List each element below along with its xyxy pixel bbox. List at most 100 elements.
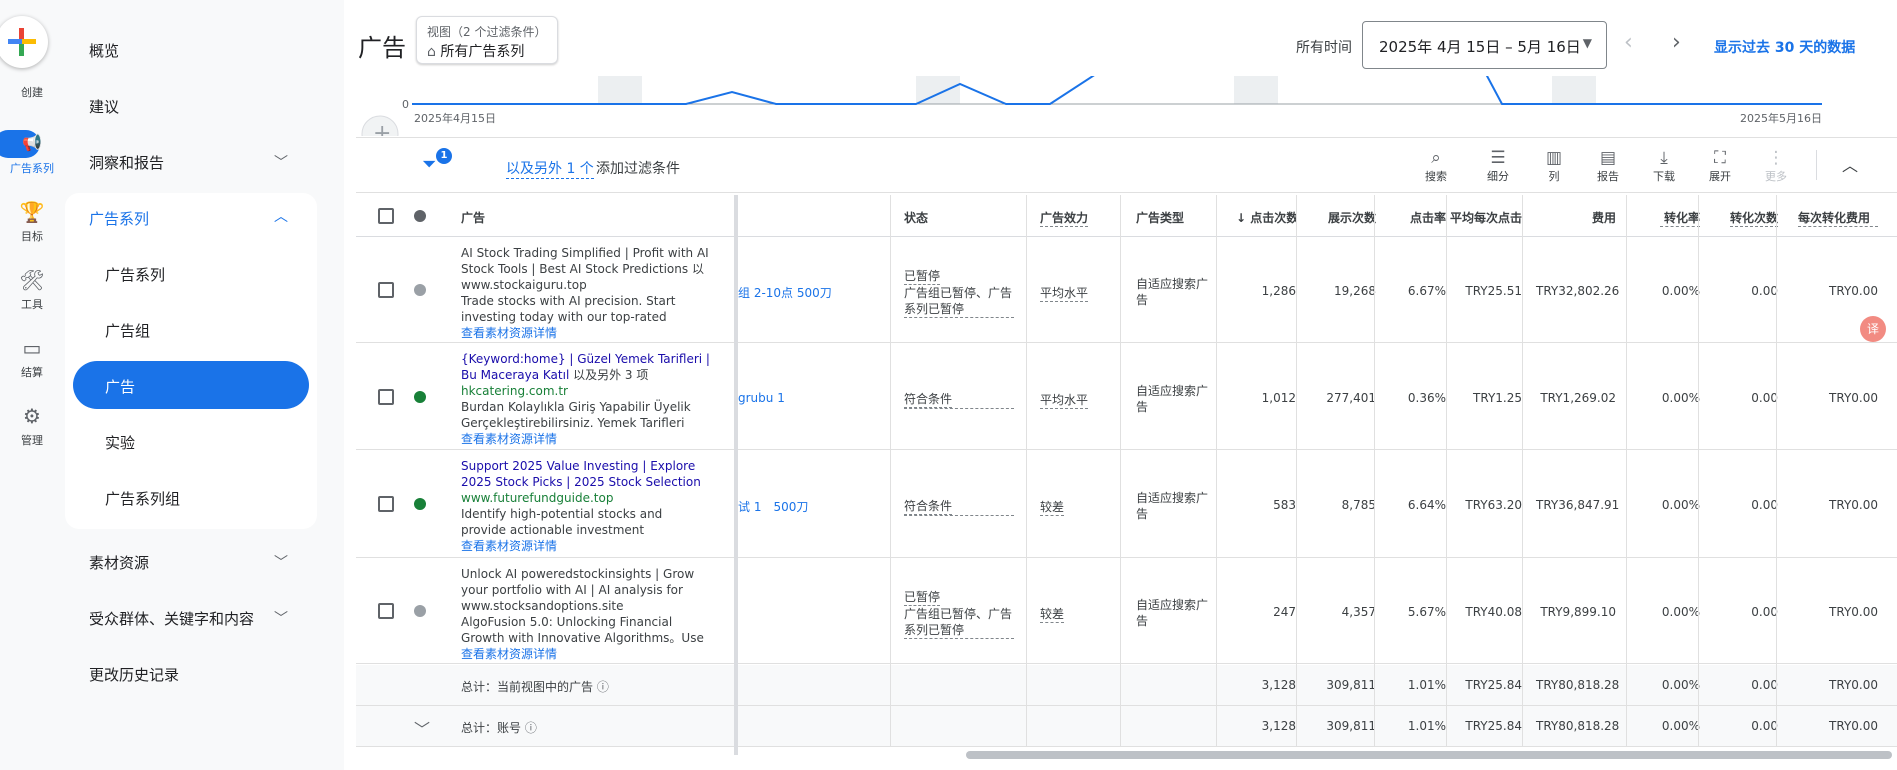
prev-period-icon[interactable]: ‹ bbox=[1624, 30, 1633, 55]
reports-button[interactable]: ▤ 报告 bbox=[1588, 148, 1628, 184]
rail-goals[interactable]: 🏆 目标 bbox=[0, 200, 64, 244]
nav-audiences[interactable]: 受众群体、关键字和内容 bbox=[89, 608, 254, 629]
search-button[interactable]: ⌕ 搜索 bbox=[1416, 148, 1456, 184]
help-icon[interactable]: ⓘ bbox=[525, 721, 537, 735]
nav-panel: 概览 建议 洞察和报告 ﹀ 广告系列 ︿ 广告系列 广告组 广告 实验 广告系列… bbox=[64, 0, 344, 770]
view-asset-details-link[interactable]: 查看素材资源详情 bbox=[461, 431, 711, 447]
nav-campaigns[interactable]: 广告系列 bbox=[105, 264, 165, 285]
nav-experiments[interactable]: 实验 bbox=[105, 432, 135, 453]
row-checkbox[interactable] bbox=[378, 389, 394, 405]
ad-strength[interactable]: 平均水平 bbox=[1040, 284, 1089, 302]
col-avg-cpc[interactable]: 平均每次点击 bbox=[1450, 209, 1522, 226]
nav-overview[interactable]: 概览 bbox=[89, 40, 119, 61]
cell-impr: 277,401 bbox=[1326, 391, 1376, 405]
col-cost-per-conv[interactable]: 每次转化费用 bbox=[1798, 209, 1878, 227]
nav-insights[interactable]: 洞察和报告 bbox=[89, 152, 164, 173]
columns-button[interactable]: ▥ 列 bbox=[1534, 148, 1574, 184]
rail-admin[interactable]: ⚙ 管理 bbox=[0, 404, 64, 448]
cell-cost: TRY80,818.28 bbox=[1536, 719, 1620, 733]
next-period-icon[interactable]: › bbox=[1672, 30, 1681, 55]
rail-campaigns[interactable]: 📢 广告系列 bbox=[0, 134, 64, 176]
col-conversions[interactable]: 转化次数 bbox=[1730, 209, 1778, 227]
filter-more-link[interactable]: 以及另外 1 个 bbox=[506, 158, 594, 179]
ad-preview[interactable]: {Keyword:home} | Güzel Yemek Tarifleri |… bbox=[461, 351, 711, 447]
view-selector[interactable]: 视图（2 个过滤条件） ⌂ 所有广告系列 bbox=[416, 16, 558, 64]
column-divider bbox=[1216, 195, 1217, 747]
translate-icon[interactable]: 译 bbox=[1860, 316, 1886, 342]
ad-strength[interactable]: 较差 bbox=[1040, 498, 1065, 516]
collapse-icon[interactable]: ︿ bbox=[1842, 152, 1858, 176]
add-filter-button[interactable]: 添加过滤条件 bbox=[596, 158, 680, 178]
all-time-label: 所有时间 bbox=[1296, 40, 1352, 56]
rail-campaigns-label: 广告系列 bbox=[10, 162, 54, 175]
rail-billing[interactable]: ▭ 结算 bbox=[0, 336, 64, 380]
more-vert-icon: ⋮ bbox=[1767, 148, 1785, 168]
column-divider bbox=[1120, 195, 1121, 747]
col-clicks[interactable]: ↓ 点击次数 bbox=[1236, 209, 1296, 226]
table-row[interactable]: Support 2025 Value Investing | Explore 2… bbox=[356, 450, 1897, 558]
table-row[interactable]: {Keyword:home} | Güzel Yemek Tarifleri |… bbox=[356, 343, 1897, 450]
page-title: 广告 bbox=[358, 34, 406, 62]
show-last-30-link[interactable]: 显示过去 30 天的数据 bbox=[1714, 37, 1855, 57]
rail-tools[interactable]: 🛠 工具 bbox=[0, 268, 64, 312]
date-range-picker[interactable]: 2025年 4月 15日 – 5月 16日 ▼ bbox=[1362, 21, 1607, 69]
expand-totals-icon[interactable]: ﹀ bbox=[414, 716, 430, 740]
col-ad-strength[interactable]: 广告效力 bbox=[1040, 209, 1089, 227]
chevron-down-icon[interactable]: ﹀ bbox=[274, 552, 288, 572]
weekend-band bbox=[598, 76, 642, 104]
performance-graph: + 0 2025年4月15日 2025年5月16日 bbox=[356, 73, 1897, 153]
col-cost[interactable]: 费用 bbox=[1536, 209, 1616, 226]
nav-recommendations[interactable]: 建议 bbox=[89, 96, 119, 117]
table-row[interactable]: Unlock AI poweredstockinsights | Grow yo… bbox=[356, 558, 1897, 664]
filter-icon[interactable]: ⏷ bbox=[422, 154, 436, 175]
ad-preview[interactable]: Unlock AI poweredstockinsights | Grow yo… bbox=[461, 566, 711, 662]
more-button[interactable]: ⋮ 更多 bbox=[1756, 148, 1796, 184]
segment-icon: ☰ bbox=[1490, 148, 1506, 168]
ad-group-link[interactable]: grubu 1 bbox=[738, 391, 785, 405]
col-ad-type[interactable]: 广告类型 bbox=[1136, 209, 1184, 226]
ad-group-link[interactable]: 组 2-10点 500刀 bbox=[738, 284, 832, 301]
col-status[interactable]: 状态 bbox=[904, 209, 928, 226]
ad-preview[interactable]: Support 2025 Value Investing | Explore 2… bbox=[461, 458, 711, 554]
row-checkbox[interactable] bbox=[378, 496, 394, 512]
view-asset-details-link[interactable]: 查看素材资源详情 bbox=[461, 538, 711, 554]
view-asset-details-link[interactable]: 查看素材资源详情 bbox=[461, 325, 711, 341]
chevron-down-icon[interactable]: ﹀ bbox=[274, 152, 288, 172]
chevron-down-icon[interactable]: ﹀ bbox=[274, 608, 288, 628]
horizontal-scrollbar[interactable] bbox=[966, 751, 1892, 759]
segment-button[interactable]: ☰ 细分 bbox=[1478, 148, 1518, 184]
sort-arrow-icon: ↓ bbox=[1236, 211, 1247, 225]
home-icon: ⌂ bbox=[427, 44, 436, 60]
col-impressions[interactable]: 展示次数 bbox=[1316, 209, 1376, 226]
cell-clicks: 583 bbox=[1273, 498, 1296, 512]
table-row[interactable]: AI Stock Trading Simplified | Profit wit… bbox=[356, 237, 1897, 343]
chevron-up-icon[interactable]: ︿ bbox=[274, 206, 288, 226]
cell-cpa: TRY0.00 bbox=[1829, 391, 1878, 405]
column-divider bbox=[1296, 195, 1297, 747]
ad-strength[interactable]: 较差 bbox=[1040, 605, 1065, 623]
nav-assets[interactable]: 素材资源 bbox=[89, 552, 149, 573]
ad-group-link[interactable]: 试 1 500刀 bbox=[738, 498, 808, 515]
view-asset-details-link[interactable]: 查看素材资源详情 bbox=[461, 646, 711, 662]
row-checkbox[interactable] bbox=[378, 603, 394, 619]
row-checkbox[interactable] bbox=[378, 282, 394, 298]
weekend-band bbox=[1552, 76, 1596, 104]
nav-campaign-groups[interactable]: 广告系列组 bbox=[105, 488, 180, 509]
column-divider bbox=[1374, 195, 1375, 747]
nav-history[interactable]: 更改历史记录 bbox=[89, 664, 179, 685]
ad-strength[interactable]: 平均水平 bbox=[1040, 391, 1089, 409]
col-ad[interactable]: 广告 bbox=[461, 209, 485, 226]
ad-preview[interactable]: AI Stock Trading Simplified | Profit wit… bbox=[461, 245, 711, 341]
ad-more: 以及另外 3 项 bbox=[573, 368, 649, 382]
nav-campaigns-section[interactable]: 广告系列 bbox=[89, 208, 149, 229]
download-button[interactable]: ⤓ 下载 bbox=[1644, 148, 1684, 184]
select-all-checkbox[interactable] bbox=[378, 208, 394, 224]
expand-button[interactable]: ⛶ 展开 bbox=[1700, 148, 1740, 184]
nav-ads[interactable]: 广告 bbox=[105, 376, 135, 397]
create-button[interactable] bbox=[0, 16, 48, 68]
nav-ad-groups[interactable]: 广告组 bbox=[105, 320, 150, 341]
help-icon[interactable]: ⓘ bbox=[597, 680, 609, 694]
col-ctr[interactable]: 点击率 bbox=[1386, 209, 1446, 226]
col-conv-rate[interactable]: 转化率 bbox=[1660, 209, 1700, 227]
columns-icon: ▥ bbox=[1545, 148, 1563, 168]
